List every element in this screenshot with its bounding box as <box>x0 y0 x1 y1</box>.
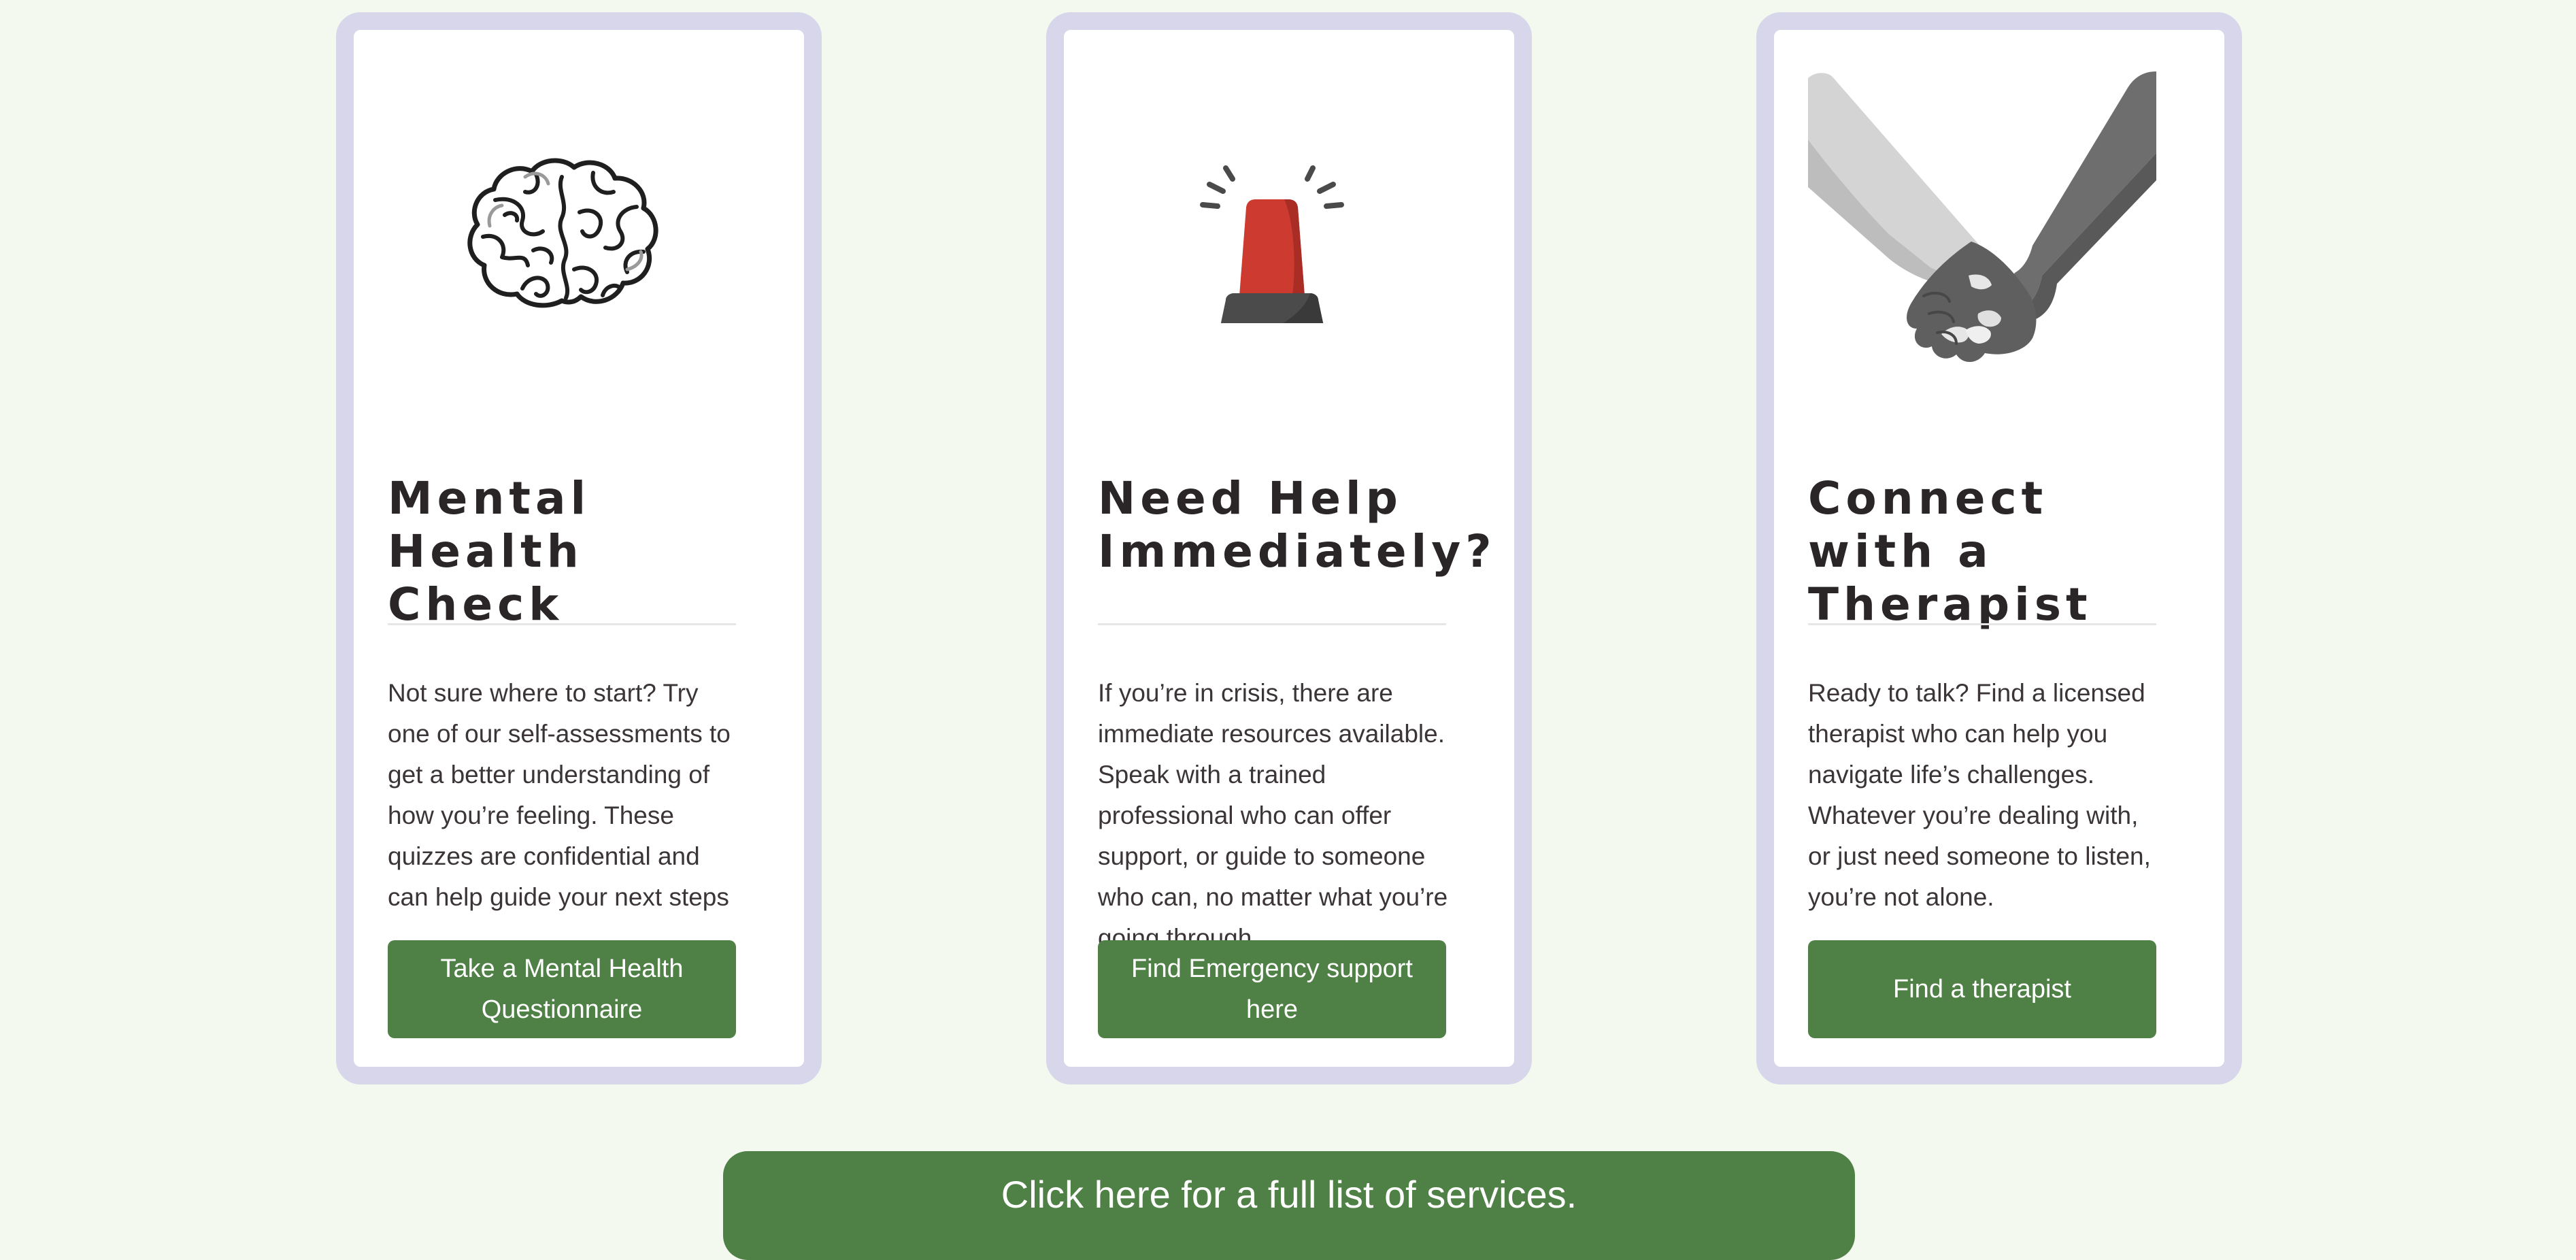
find-emergency-support-button[interactable]: Find Emergency support here <box>1098 940 1446 1038</box>
brain-icon <box>388 54 736 408</box>
full-services-list-button[interactable]: Click here for a full list of services. <box>723 1151 1855 1260</box>
card-divider <box>1098 623 1446 625</box>
card-description: If you’re in crisis, there are immediate… <box>1098 679 1448 952</box>
emergency-siren-icon <box>1098 54 1446 408</box>
card-description: Ready to talk? Find a licensed therapist… <box>1808 679 2151 911</box>
card-divider <box>1808 623 2156 625</box>
card-description: Not sure where to start? Try one of our … <box>388 679 731 911</box>
find-therapist-button[interactable]: Find a therapist <box>1808 940 2156 1038</box>
take-questionnaire-button[interactable]: Take a Mental Health Questionnaire <box>388 940 736 1038</box>
card-divider <box>388 623 736 625</box>
connect-with-therapist-card: Connect with a Therapist Ready to talk? … <box>1756 12 2242 1084</box>
mental-health-check-card: Mental Health Check Not sure where to st… <box>336 12 822 1084</box>
holding-hands-icon <box>1808 54 2156 408</box>
card-title: Mental Health Check <box>388 472 591 631</box>
card-title: Need Help Immediately? <box>1098 472 1496 578</box>
card-title: Connect with a Therapist <box>1808 472 2092 631</box>
need-help-immediately-card: Need Help Immediately? If you’re in cris… <box>1046 12 1532 1084</box>
